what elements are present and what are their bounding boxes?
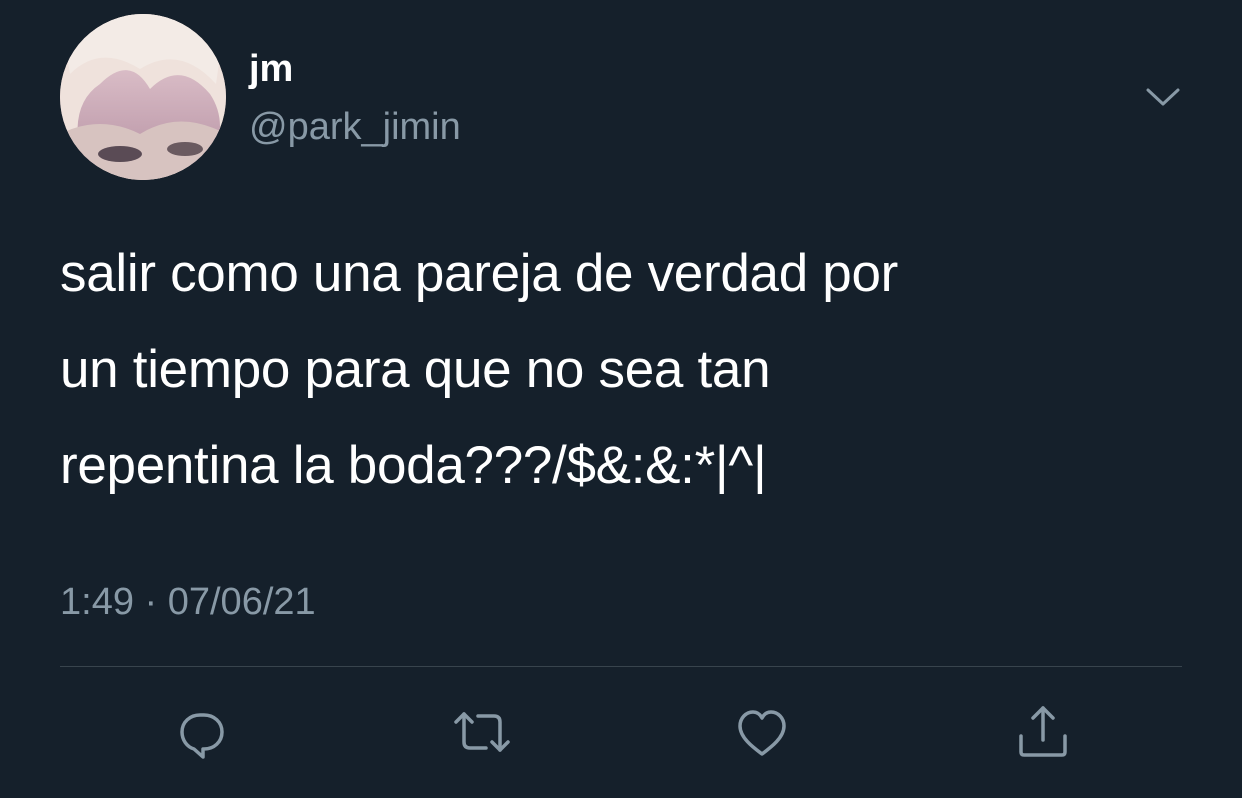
avatar[interactable] xyxy=(60,14,226,180)
tweet-text: salir como una pareja de verdad por un t… xyxy=(60,244,898,495)
like-button[interactable] xyxy=(730,700,794,764)
retweet-button[interactable] xyxy=(450,700,514,764)
chevron-down-icon[interactable] xyxy=(1144,82,1182,112)
retweet-arrows-icon xyxy=(454,712,510,752)
author-handle[interactable]: @park_jimin xyxy=(249,104,461,150)
divider xyxy=(60,666,1182,667)
share-button[interactable] xyxy=(1011,700,1075,764)
avatar-photo xyxy=(60,14,226,180)
speech-bubble-icon xyxy=(180,713,224,759)
share-upload-icon xyxy=(1019,706,1067,757)
reply-button[interactable] xyxy=(168,700,232,764)
tweet-detail: jm @park_jimin salir como una pareja de … xyxy=(0,0,1242,798)
heart-icon xyxy=(738,710,786,756)
author-display-name[interactable]: jm xyxy=(249,46,293,92)
tweet-timestamp[interactable]: 1:49 · 07/06/21 xyxy=(60,578,316,626)
